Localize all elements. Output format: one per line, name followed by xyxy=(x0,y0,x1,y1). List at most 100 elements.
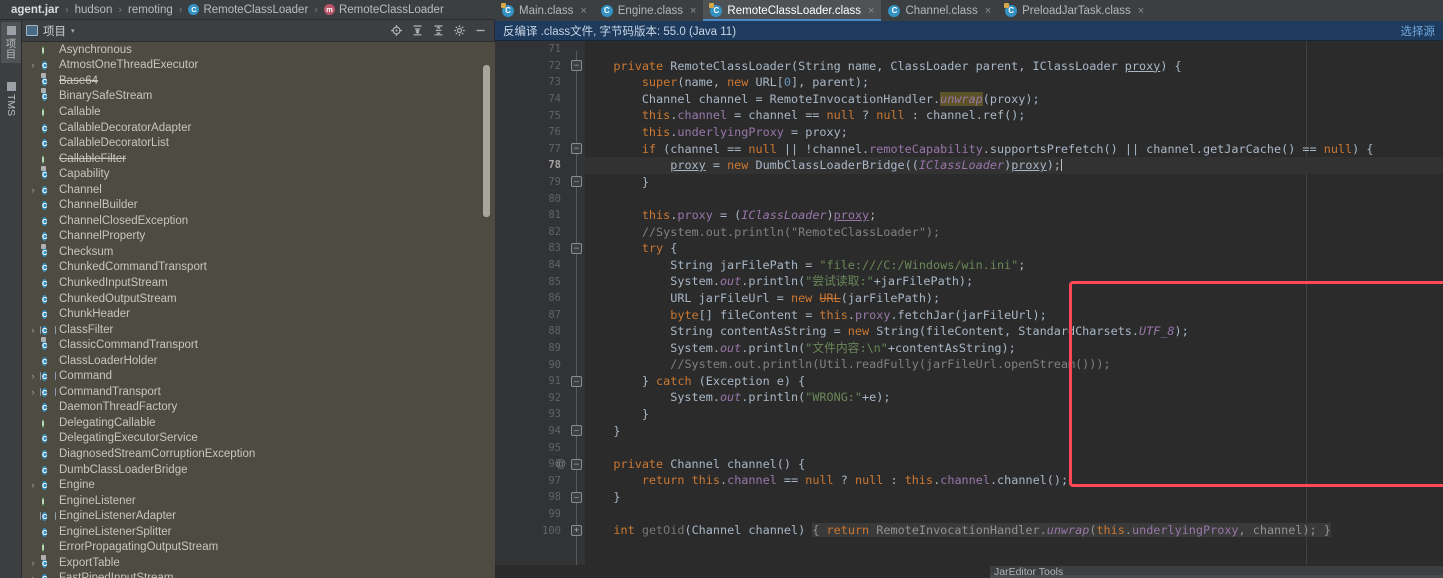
tree-item-binarysafestream[interactable]: ›C BinarySafeStream xyxy=(22,89,495,105)
project-tree-scrollbar[interactable] xyxy=(483,65,490,217)
code-line[interactable]: String contentAsString = new String(file… xyxy=(585,323,1443,340)
source-code-text[interactable]: private RemoteClassLoader(String name, C… xyxy=(585,41,1443,565)
code-line[interactable]: //System.out.println(Util.readFully(jarF… xyxy=(585,356,1443,373)
breadcrumb-item-hudson[interactable]: hudson xyxy=(70,0,118,20)
code-line[interactable]: super(name, new URL[0], parent); xyxy=(585,74,1443,91)
code-line[interactable]: int getOid(Channel channel) { return Rem… xyxy=(585,522,1443,539)
code-line[interactable]: this.proxy = (IClassLoader)proxy; xyxy=(585,207,1443,224)
tree-item-delegatingexecutorservice[interactable]: ›C DelegatingExecutorService xyxy=(22,431,495,447)
code-line[interactable]: System.out.println("文件内容:\n"+contentAsSt… xyxy=(585,340,1443,357)
code-line[interactable]: System.out.println("WRONG:"+e); xyxy=(585,389,1443,406)
expand-all-icon[interactable] xyxy=(408,21,427,40)
code-line[interactable]: } catch (Exception e) { xyxy=(585,373,1443,390)
tree-item-engine[interactable]: › C Engine xyxy=(22,477,495,493)
code-line[interactable]: } xyxy=(585,406,1443,423)
code-viewport[interactable]: 71 72 73 74 75 76 77 78 79 80 81 82 83 84 85 86 87 88 89 90… xyxy=(495,41,1443,565)
code-line[interactable] xyxy=(585,439,1443,456)
code-line[interactable]: } xyxy=(585,489,1443,506)
tree-item-classiccommandtransport[interactable]: ›C ClassicCommandTransport xyxy=(22,337,495,353)
breadcrumb-item-remoteclassloader-class[interactable]: C RemoteClassLoader xyxy=(183,0,313,20)
fold-collapse-icon[interactable]: − xyxy=(571,242,582,254)
tree-item-fastpipedinputstream[interactable]: ›C FastPipedInputStream xyxy=(22,571,495,578)
code-line[interactable]: Channel channel = RemoteInvocationHandle… xyxy=(585,91,1443,108)
code-folding-column[interactable]: − − ⌣ − ⌣ ⌣ − @ ⌣ + xyxy=(556,41,585,565)
fold-collapse-icon[interactable]: − xyxy=(571,60,582,72)
tree-item-diagnosedstreamcorruptionexception[interactable]: ›C DiagnosedStreamCorruptionException xyxy=(22,446,495,462)
code-line[interactable]: byte[] fileContent = this.proxy.fetchJar… xyxy=(585,307,1443,324)
sidebar-item-tms[interactable]: TMS xyxy=(1,78,21,120)
code-line[interactable]: return this.channel == null ? null : thi… xyxy=(585,472,1443,489)
fold-end-icon[interactable]: ⌣ xyxy=(571,425,582,437)
hide-panel-icon[interactable] xyxy=(471,21,490,40)
code-line[interactable]: URL jarFileUrl = new URL(jarFilePath); xyxy=(585,290,1443,307)
fold-end-icon[interactable]: ⌣ xyxy=(571,491,582,503)
fold-end-icon[interactable]: ⌣ xyxy=(571,375,582,387)
tree-item-commandtransport[interactable]: › C CommandTransport xyxy=(22,384,495,400)
code-line[interactable] xyxy=(585,41,1443,58)
close-icon[interactable]: × xyxy=(985,5,991,17)
tree-item-errorpropagatingoutputstream[interactable]: ›I ErrorPropagatingOutputStream xyxy=(22,540,495,556)
tree-item-daemonthreadfactory[interactable]: ›C DaemonThreadFactory xyxy=(22,400,495,416)
tree-item-capability[interactable]: ›C Capability xyxy=(22,166,495,182)
fold-collapse-icon[interactable]: − @ xyxy=(556,458,582,470)
tree-item-classfilter[interactable]: › C ClassFilter xyxy=(22,322,495,338)
tree-item-chunkedoutputstream[interactable]: ›C ChunkedOutputStream xyxy=(22,291,495,307)
project-panel-title[interactable]: 项目 ▾ xyxy=(26,23,75,39)
breadcrumb-item-remoteclassloader-method[interactable]: m RemoteClassLoader xyxy=(319,0,449,20)
code-line[interactable]: //System.out.println("RemoteClassLoader"… xyxy=(585,224,1443,241)
line-number-gutter[interactable]: 71 72 73 74 75 76 77 78 79 80 81 82 83 84 85 86 87 88 89 90… xyxy=(495,41,569,565)
tree-item-atmostonethreadexecutor[interactable]: › C AtmostOneThreadExecutor xyxy=(22,58,495,74)
chevron-right-icon[interactable]: › xyxy=(24,573,42,578)
tree-item-chunkedinputstream[interactable]: ›C ChunkedInputStream xyxy=(22,275,495,291)
chevron-right-icon[interactable]: › xyxy=(24,60,42,70)
tree-item-exporttable[interactable]: › C ExportTable xyxy=(22,555,495,571)
tree-item-channel[interactable]: › C Channel xyxy=(22,182,495,198)
tree-item-classloaderholder[interactable]: ›C ClassLoaderHolder xyxy=(22,353,495,369)
tree-item-callabledecoratorlist[interactable]: ›C CallableDecoratorList xyxy=(22,135,495,151)
tree-item-delegatingcallable[interactable]: ›I DelegatingCallable xyxy=(22,415,495,431)
code-line[interactable]: String jarFilePath = "file:///C:/Windows… xyxy=(585,257,1443,274)
tree-item-command[interactable]: › C Command xyxy=(22,368,495,384)
tree-item-enginelistener[interactable]: ›I EngineListener xyxy=(22,493,495,509)
editor-tab-engine-class[interactable]: C Engine.class × xyxy=(594,0,704,21)
fold-expand-icon[interactable]: + xyxy=(571,524,582,536)
code-line[interactable]: if (channel == null || !channel.remoteCa… xyxy=(585,141,1443,158)
breadcrumb-item-remoting[interactable]: remoting xyxy=(123,0,178,20)
tree-item-chunkheader[interactable]: ›C ChunkHeader xyxy=(22,306,495,322)
tree-item-channelbuilder[interactable]: ›C ChannelBuilder xyxy=(22,197,495,213)
chevron-right-icon[interactable]: › xyxy=(24,558,42,568)
tree-item-checksum[interactable]: ›C Checksum xyxy=(22,244,495,260)
code-line[interactable]: private RemoteClassLoader(String name, C… xyxy=(585,58,1443,75)
code-line[interactable]: this.channel = channel == null ? null : … xyxy=(585,107,1443,124)
sidebar-item-project[interactable]: 项目 xyxy=(1,22,21,63)
code-line[interactable]: System.out.println("尝试读取:"+jarFilePath); xyxy=(585,273,1443,290)
tree-item-asynchronous[interactable]: ›I Asynchronous xyxy=(22,42,495,58)
project-tree[interactable]: ›IAsynchronous›CAtmostOneThreadExecutor›… xyxy=(22,42,495,578)
code-line[interactable] xyxy=(585,190,1443,207)
code-line[interactable] xyxy=(585,506,1443,523)
tree-item-base64[interactable]: ›C Base64 xyxy=(22,73,495,89)
close-icon[interactable]: × xyxy=(690,5,696,17)
editor-tab-channel-class[interactable]: C Channel.class × xyxy=(881,0,998,21)
code-line[interactable]: } xyxy=(585,423,1443,440)
tree-item-enginelisteneradapter[interactable]: ›CEngineListenerAdapter xyxy=(22,508,495,524)
close-icon[interactable]: × xyxy=(868,5,874,17)
tree-item-callablefilter[interactable]: ›I CallableFilter xyxy=(22,151,495,167)
breadcrumb-item-agent-jar[interactable]: agent.jar xyxy=(6,0,64,20)
chevron-right-icon[interactable]: › xyxy=(24,480,42,490)
tree-item-chunkedcommandtransport[interactable]: ›C ChunkedCommandTransport xyxy=(22,260,495,276)
locate-icon[interactable] xyxy=(387,21,406,40)
close-icon[interactable]: × xyxy=(1138,5,1144,17)
fold-end-icon[interactable]: ⌣ xyxy=(571,176,582,188)
code-line[interactable]: private Channel channel() { xyxy=(585,456,1443,473)
tree-item-callabledecoratoradapter[interactable]: ›C CallableDecoratorAdapter xyxy=(22,120,495,136)
editor-tab-main-class[interactable]: C Main.class × xyxy=(495,0,594,21)
fold-collapse-icon[interactable]: − xyxy=(571,143,582,155)
editor-tab-remoteclassloader-class[interactable]: C RemoteClassLoader.class × xyxy=(703,0,882,21)
tree-item-channelclosedexception[interactable]: ›C ChannelClosedException xyxy=(22,213,495,229)
settings-gear-icon[interactable] xyxy=(450,21,469,40)
code-line[interactable]: proxy = new DumbClassLoaderBridge((IClas… xyxy=(585,157,1443,174)
choose-sources-link[interactable]: 选择源 xyxy=(1401,23,1436,39)
tree-item-callable[interactable]: ›I Callable xyxy=(22,104,495,120)
tree-item-enginelistenersplitter[interactable]: ›C EngineListenerSplitter xyxy=(22,524,495,540)
